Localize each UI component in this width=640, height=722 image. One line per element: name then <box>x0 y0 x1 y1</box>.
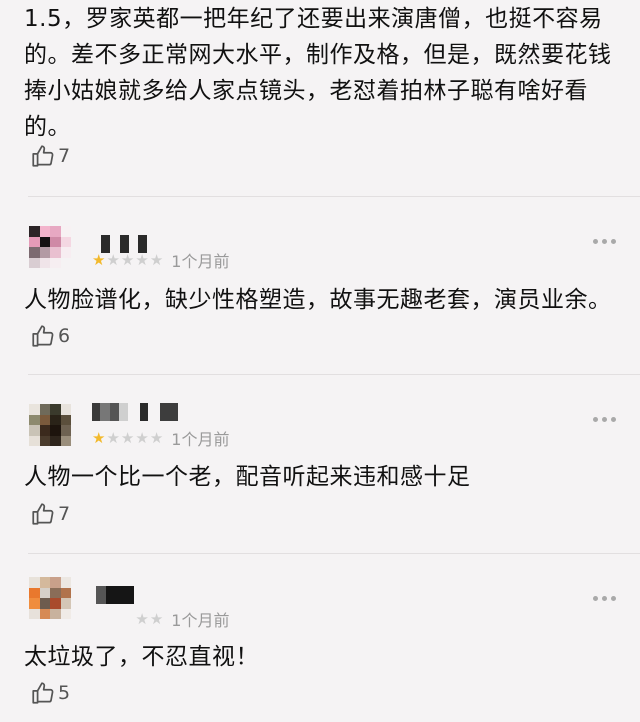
more-dots-icon[interactable] <box>593 236 616 246</box>
star-icon: ★ <box>92 429 106 447</box>
comment-item: ★ ★ ★ ★ ★ 1个月前 人物脸谱化，缺少性格塑造，故事无趣老套，演员业余。… <box>0 196 640 376</box>
star-icon: ★ <box>149 429 164 447</box>
thumbs-up-icon <box>32 325 54 347</box>
star-icon: ★ <box>149 610 164 628</box>
timestamp: 1个月前 <box>171 430 230 449</box>
star-icon: ★ <box>135 610 149 628</box>
thumbs-up-icon <box>32 682 54 704</box>
comment-item: ★ ★ ★ ★ ★ 1个月前 太垃圾了，不忍直视！ 5 <box>0 553 640 722</box>
avatar[interactable] <box>29 577 71 619</box>
timestamp: 1个月前 <box>171 611 230 630</box>
star-icon: ★ <box>149 251 164 269</box>
like-button[interactable]: 7 <box>30 143 70 169</box>
username[interactable] <box>92 586 134 604</box>
avatar[interactable] <box>29 404 71 446</box>
comment-text: 人物一个比一个老，配音听起来违和感十足 <box>24 464 471 490</box>
comment-text: 1.5，罗家英都一把年纪了还要出来演唐僧，也挺不容易的。差不多正常网大水平，制作… <box>24 6 612 140</box>
timestamp: 1个月前 <box>171 252 230 271</box>
comment-item: ★ ★ ★ ★ ★ 1个月前 人物一个比一个老，配音听起来违和感十足 7 <box>0 374 640 554</box>
rating-meta: ★ ★ ★ ★ ★ 1个月前 <box>92 428 230 449</box>
username[interactable] <box>92 403 178 421</box>
star-icon: ★ <box>92 251 106 269</box>
comment-text: 人物脸谱化，缺少性格塑造，故事无趣老套，演员业余。 <box>24 287 612 313</box>
rating-meta: ★ ★ ★ ★ ★ 1个月前 <box>92 609 230 630</box>
like-count: 7 <box>58 145 71 167</box>
star-icon: ★ <box>120 251 135 269</box>
like-count: 6 <box>58 325 71 347</box>
like-button[interactable]: 6 <box>30 323 70 349</box>
like-count: 5 <box>58 682 71 704</box>
star-icon: ★ <box>106 251 120 269</box>
like-button[interactable]: 7 <box>30 501 70 527</box>
comment-item: 1.5，罗家英都一把年纪了还要出来演唐僧，也挺不容易的。差不多正常网大水平，制作… <box>0 0 640 188</box>
star-icon: ★ <box>106 429 120 447</box>
avatar[interactable] <box>29 226 71 268</box>
comment-text: 太垃圾了，不忍直视！ <box>24 644 259 670</box>
like-count: 7 <box>58 503 71 525</box>
star-icon: ★ <box>135 251 149 269</box>
thumbs-up-icon <box>32 145 54 167</box>
thumbs-up-icon <box>32 503 54 525</box>
rating-meta: ★ ★ ★ ★ ★ 1个月前 <box>92 250 230 271</box>
more-dots-icon[interactable] <box>593 593 616 603</box>
like-button[interactable]: 5 <box>30 680 70 706</box>
more-dots-icon[interactable] <box>593 414 616 424</box>
star-icon: ★ <box>120 429 135 447</box>
star-icon: ★ <box>135 429 149 447</box>
